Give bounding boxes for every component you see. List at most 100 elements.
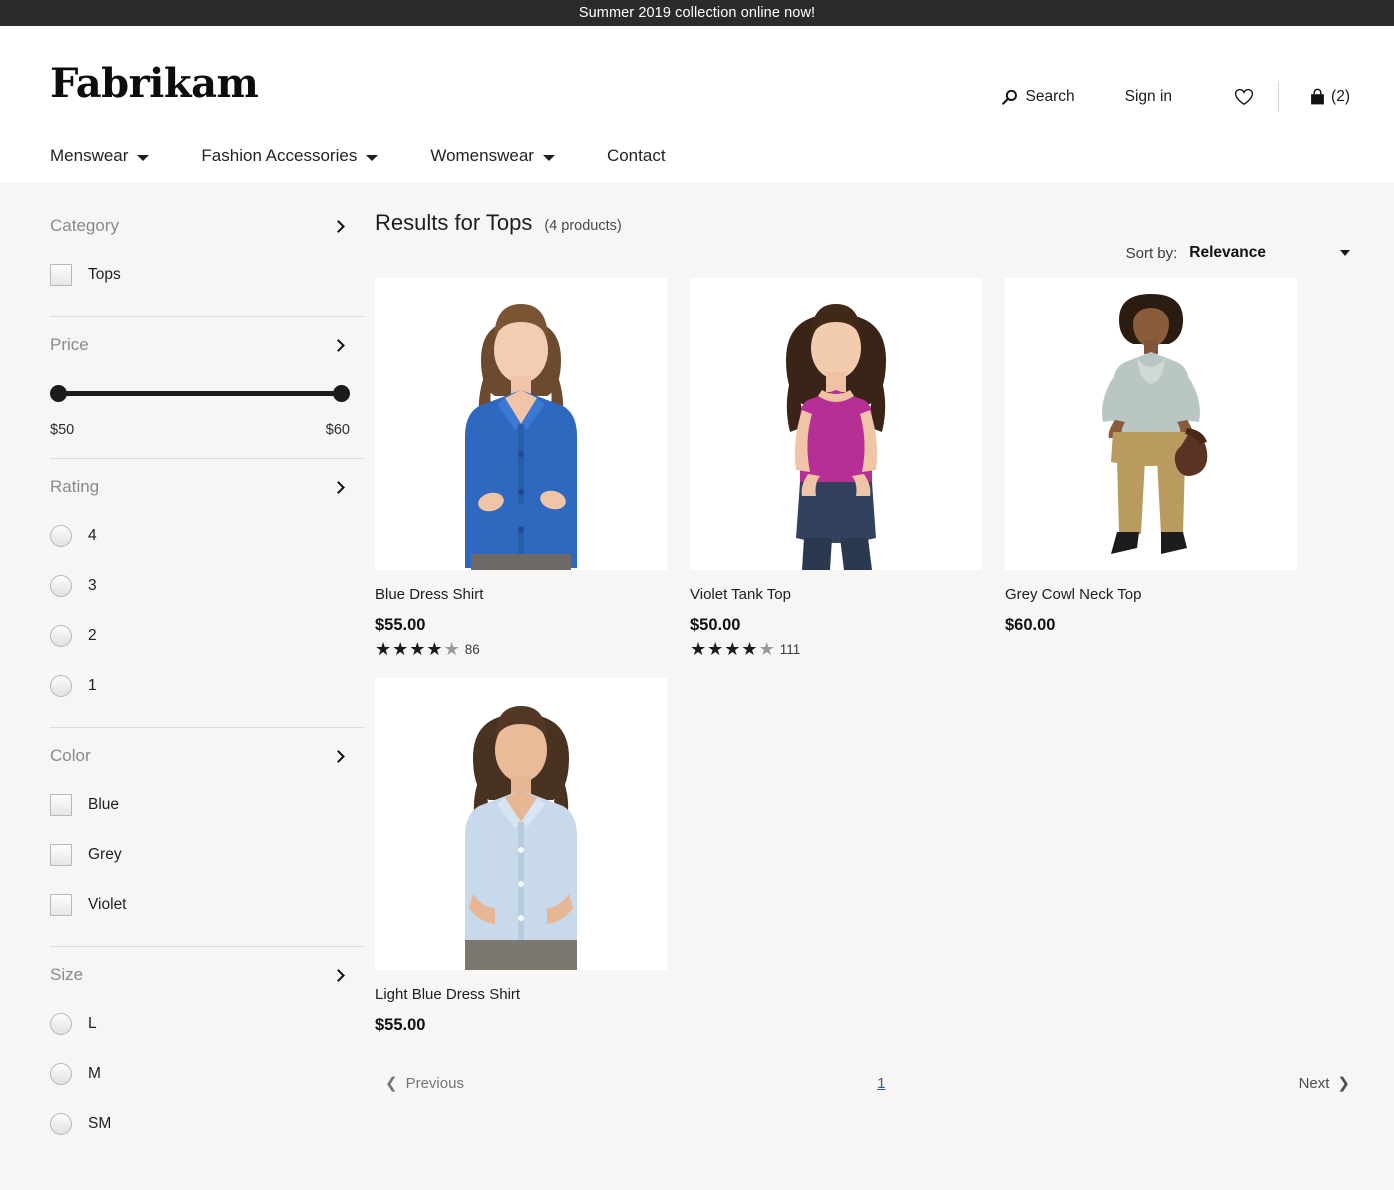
pagination: ❮ Previous 1 Next ❯: [375, 1075, 1354, 1092]
chevron-down-icon: [137, 155, 150, 161]
radio-button[interactable]: [50, 1113, 72, 1135]
filter-header-price[interactable]: Price: [50, 317, 365, 369]
review-count: 86: [464, 641, 480, 657]
product-card[interactable]: Blue Dress Shirt $55.00 ★ ★ ★ ★ ★ 86: [375, 278, 667, 658]
page-number-1[interactable]: 1: [877, 1075, 885, 1092]
star-filled-icon: ★: [392, 639, 410, 659]
price-max-label: $60: [325, 422, 350, 438]
chevron-down-icon[interactable]: [1340, 250, 1350, 256]
sign-in-label: Sign in: [1124, 88, 1173, 105]
radio-button[interactable]: [50, 1013, 72, 1035]
filter-header-size[interactable]: Size: [50, 947, 365, 999]
chevron-down-icon: [366, 155, 379, 161]
product-price: $50.00: [690, 616, 741, 634]
next-page-button[interactable]: Next ❯: [1299, 1075, 1350, 1092]
previous-page-button[interactable]: ❮ Previous: [385, 1075, 464, 1092]
product-card[interactable]: Light Blue Dress Shirt $55.00: [375, 678, 667, 1035]
nav-item-womenswear[interactable]: Womenswear: [430, 146, 555, 166]
product-rating[interactable]: ★ ★ ★ ★ ★ 111: [690, 640, 982, 658]
product-image-light-blue-dress-shirt[interactable]: [375, 678, 667, 970]
filter-option-size-sm[interactable]: SM: [50, 1099, 365, 1149]
filter-sidebar: Category Tops Price $50 $60 Rating 4 3 2…: [0, 198, 375, 1190]
filter-option-label: 2: [88, 627, 97, 644]
radio-button[interactable]: [50, 675, 72, 697]
filter-option-size-m[interactable]: M: [50, 1049, 365, 1099]
results-header: Results for Tops (4 products): [375, 198, 1354, 236]
chevron-right-icon: ❯: [1337, 1075, 1350, 1092]
radio-button[interactable]: [50, 525, 72, 547]
price-range-slider[interactable]: $50 $60: [50, 369, 350, 442]
filter-header-category[interactable]: Category: [50, 198, 365, 250]
filter-option-size-l[interactable]: L: [50, 999, 365, 1049]
filter-title: Category: [50, 216, 119, 235]
filter-option-grey[interactable]: Grey: [50, 830, 365, 880]
checkbox[interactable]: [50, 894, 72, 916]
filter-title: Rating: [50, 477, 100, 496]
wishlist-button[interactable]: [1234, 88, 1254, 106]
checkbox[interactable]: [50, 844, 72, 866]
nav-item-contact[interactable]: Contact: [607, 146, 666, 166]
radio-button[interactable]: [50, 575, 72, 597]
sort-by-value: Relevance: [1189, 244, 1266, 261]
filter-option-label: Violet: [88, 896, 127, 913]
cart-button[interactable]: (2): [1309, 88, 1350, 106]
product-image-violet-tank-top[interactable]: [690, 278, 982, 570]
chevron-right-icon: [332, 338, 345, 352]
product-card[interactable]: Grey Cowl Neck Top $60.00: [1005, 278, 1297, 658]
product-price: $55.00: [375, 1016, 426, 1034]
sort-control[interactable]: Sort by: Relevance: [375, 244, 1354, 262]
heart-icon: [1234, 88, 1254, 106]
page-body: Category Tops Price $50 $60 Rating 4 3 2…: [0, 182, 1394, 1190]
nav-label: Fashion Accessories: [201, 146, 358, 165]
star-filled-icon: ★: [690, 639, 708, 659]
nav-label: Womenswear: [430, 146, 534, 165]
product-price: $55.00: [375, 616, 426, 634]
next-page-label: Next: [1298, 1075, 1330, 1092]
filter-option-label: Grey: [88, 846, 122, 863]
chevron-right-icon: [332, 480, 345, 494]
price-min-label: $50: [50, 422, 75, 438]
slider-track[interactable]: [50, 385, 350, 402]
product-name: Blue Dress Shirt: [375, 586, 484, 603]
slider-handle-min[interactable]: [50, 385, 67, 402]
cart-count: (2): [1331, 88, 1350, 105]
sign-in-button[interactable]: Sign in: [1125, 88, 1172, 106]
filter-header-color[interactable]: Color: [50, 728, 365, 780]
product-rating[interactable]: ★ ★ ★ ★ ★ 86: [375, 640, 667, 658]
filter-option-label: 4: [88, 527, 97, 544]
filter-option-label: 3: [88, 577, 97, 594]
checkbox[interactable]: [50, 794, 72, 816]
radio-button[interactable]: [50, 625, 72, 647]
filter-header-rating[interactable]: Rating: [50, 459, 365, 511]
search-button[interactable]: Search: [1001, 88, 1075, 106]
chevron-right-icon: [332, 749, 345, 763]
filter-option-rating-2[interactable]: 2: [50, 611, 365, 661]
filter-option-violet[interactable]: Violet: [50, 880, 365, 930]
nav-item-fashion-accessories[interactable]: Fashion Accessories: [201, 146, 379, 166]
star-empty-icon: ★: [443, 639, 461, 659]
radio-button[interactable]: [50, 1063, 72, 1085]
product-image-grey-cowl-neck-top[interactable]: [1005, 278, 1297, 570]
promo-banner: Summer 2019 collection online now!: [0, 0, 1394, 26]
brand-logo[interactable]: Fabrikam: [50, 64, 259, 104]
chevron-right-icon: [332, 219, 345, 233]
star-filled-icon: ★: [707, 639, 725, 659]
results-panel: Results for Tops (4 products) Sort by: R…: [375, 198, 1394, 1190]
nav-item-menswear[interactable]: Menswear: [50, 146, 150, 166]
checkbox[interactable]: [50, 264, 72, 286]
filter-option-rating-3[interactable]: 3: [50, 561, 365, 611]
nav-label: Menswear: [50, 146, 129, 165]
slider-handle-max[interactable]: [333, 385, 350, 402]
filter-option-blue[interactable]: Blue: [50, 780, 365, 830]
filter-option-rating-1[interactable]: 1: [50, 661, 365, 711]
filter-option-rating-4[interactable]: 4: [50, 511, 365, 561]
product-card[interactable]: Violet Tank Top $50.00 ★ ★ ★ ★ ★ 111: [690, 278, 982, 658]
filter-group-rating: Rating 4 3 2 1: [50, 459, 365, 728]
filter-title: Size: [50, 965, 84, 984]
product-image-blue-dress-shirt[interactable]: [375, 278, 667, 570]
product-price: $60.00: [1005, 616, 1056, 634]
search-icon: [1001, 89, 1018, 106]
page-title: Results for Tops: [375, 210, 533, 235]
filter-option-tops[interactable]: Tops: [50, 250, 365, 300]
filter-group-price: Price $50 $60: [50, 317, 365, 459]
